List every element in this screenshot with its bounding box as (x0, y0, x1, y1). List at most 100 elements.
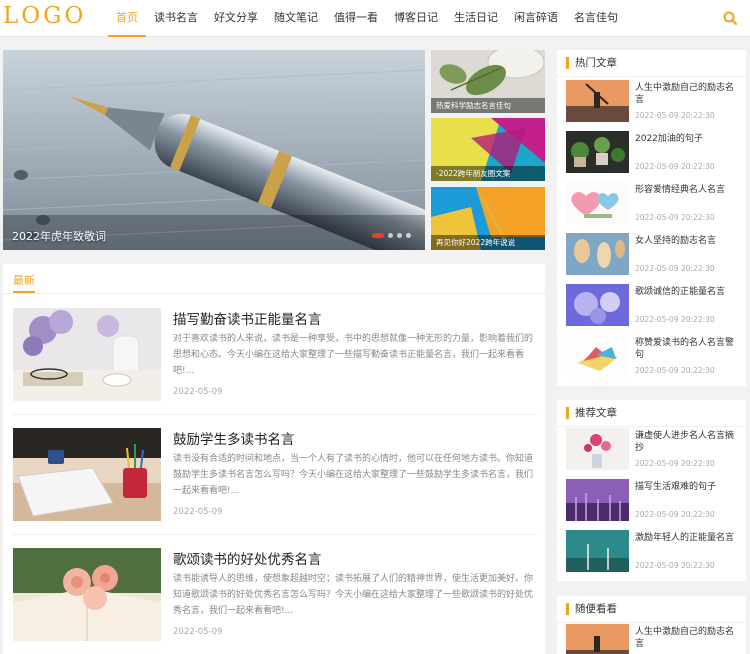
recommended-item-title[interactable]: 激励年轻人的正能量名言 (635, 532, 740, 544)
featured-thumb-caption: -2022跨年朋友圈文案 (431, 166, 545, 181)
random-item-thumbnail[interactable] (566, 624, 629, 654)
flowers-books-image (13, 308, 161, 401)
slider-dot-2[interactable] (388, 233, 393, 238)
hot-item-title[interactable]: 2022加油的句子 (635, 133, 740, 145)
search-icon[interactable] (722, 10, 738, 26)
hot-item-thumbnail[interactable] (566, 284, 629, 326)
article-thumbnail[interactable] (13, 428, 161, 521)
article-excerpt: 对于喜欢读书的人来说，读书是一种享受，书中的思想就像一种无形的力量，影响着我们的… (173, 334, 534, 376)
article-item[interactable]: 歌颂读书的好处优秀名言 读书能诱导人的思维，使想象超越时空；读书拓展了人们的精神… (13, 548, 537, 652)
panel-title: 随便看看 (566, 603, 617, 615)
hot-item-thumbnail[interactable] (566, 131, 629, 173)
featured-thumb-2[interactable]: -2022跨年朋友圈文案 (431, 118, 545, 181)
recommended-item-date: 2022-05-09 20:22:30 (635, 510, 715, 519)
random-item-title[interactable]: 人生中激励自己的励志名言 (635, 626, 740, 650)
hot-item-date: 2022-05-09 20:22:30 (635, 213, 715, 222)
nav-item-home[interactable]: 首页 (108, 0, 146, 37)
nav-item-notes[interactable]: 随文笔记 (266, 0, 326, 37)
divider (13, 414, 537, 415)
hot-item-date: 2022-05-09 20:22:30 (635, 264, 715, 273)
hot-item[interactable]: 女人坚持的励志名言 2022-05-09 20:22:30 (566, 233, 741, 277)
recommended-item-date: 2022-05-09 20:22:30 (635, 561, 715, 570)
hot-item[interactable]: 形容爱情经典名人名言 2022-05-09 20:22:30 (566, 182, 741, 226)
panel-title: 热门文章 (566, 57, 617, 69)
hot-item[interactable]: 歌颂诚信的正能量名言 2022-05-09 20:22:30 (566, 284, 741, 328)
article-title[interactable]: 描写勤奋读书正能量名言 (173, 308, 322, 328)
site-header: LOGO 首页 读书名言 好文分享 随文笔记 值得一看 博客日记 生活日记 闲言… (0, 0, 750, 37)
article-date: 2022-05-09 (173, 387, 223, 397)
random-item[interactable]: 人生中激励自己的励志名言 (566, 624, 741, 654)
slider-dot-4[interactable] (406, 233, 411, 238)
hearts-image (566, 182, 629, 224)
recommended-item[interactable]: 激励年轻人的正能量名言 2022-05-09 20:22:30 (566, 530, 741, 574)
recommended-item-title[interactable]: 描写生活艰难的句子 (635, 481, 740, 493)
recommended-articles-panel: 推荐文章 谦虚使人进步名人名言摘抄 2022-05-09 20:22:30 描写… (557, 400, 746, 581)
site-logo[interactable]: LOGO (3, 3, 86, 29)
hot-item-title[interactable]: 称赞爱读书的名人名言警句 (635, 337, 740, 361)
article-title[interactable]: 鼓励学生多读书名言 (173, 428, 295, 448)
wind-turbines-image (566, 530, 629, 572)
hot-item-title[interactable]: 人生中激励自己的励志名言 (635, 82, 740, 106)
recommended-item-thumbnail[interactable] (566, 428, 629, 470)
hot-item-title[interactable]: 女人坚持的励志名言 (635, 235, 740, 247)
slider-dot-1[interactable] (372, 233, 384, 238)
hot-articles-panel: 热门文章 人生中激励自己的励志名言 2022-05-09 20:22:30 20… (557, 50, 746, 386)
article-thumbnail[interactable] (13, 548, 161, 641)
divider (13, 534, 537, 535)
tab-latest[interactable]: 最新 (13, 272, 35, 288)
hot-item-title[interactable]: 歌颂诚信的正能量名言 (635, 286, 740, 298)
hot-item-thumbnail[interactable] (566, 80, 629, 122)
article-excerpt: 读书能诱导人的思维，使想象超越时空；读书拓展了人们的精神世界，使生活更加美好。你… (173, 574, 534, 616)
divider (3, 293, 545, 294)
hot-item[interactable]: 称赞爱读书的名人名言警句 2022-05-09 20:22:30 (566, 335, 741, 379)
hot-item-thumbnail[interactable] (566, 233, 629, 275)
featured-thumb-3[interactable]: 再见你好2022跨年说说 (431, 187, 545, 250)
random-articles-panel: 随便看看 人生中激励自己的励志名言 (557, 596, 746, 654)
hot-item-title[interactable]: 形容爱情经典名人名言 (635, 184, 740, 196)
nav-item-reading-quotes[interactable]: 读书名言 (146, 0, 206, 37)
desk-keyboard-image (13, 428, 161, 521)
featured-thumb-1[interactable]: 热爱科学励志名言佳句 (431, 50, 545, 113)
hero-slide-caption[interactable]: 2022年虎年致敬词 (12, 228, 106, 244)
nav-item-blog-diary[interactable]: 博客日记 (386, 0, 446, 37)
main-nav: 首页 读书名言 好文分享 随文笔记 值得一看 博客日记 生活日记 闲言碎语 名言… (108, 0, 626, 37)
windmill-sunset-image (566, 80, 629, 122)
lavender-sunset-image (566, 479, 629, 521)
divider (557, 622, 746, 623)
divider (557, 426, 746, 427)
article-thumbnail[interactable] (13, 308, 161, 401)
latest-articles-panel: 最新 描写勤奋读书正能量名言 对于喜欢读书的人来说，读书是一种享受，书中的思想就… (3, 264, 545, 654)
recommended-item-thumbnail[interactable] (566, 479, 629, 521)
divider (557, 76, 746, 77)
recommended-item[interactable]: 描写生活艰难的句子 2022-05-09 20:22:30 (566, 479, 741, 523)
nav-item-good-articles[interactable]: 好文分享 (206, 0, 266, 37)
nav-item-idle-talk[interactable]: 闲言碎语 (506, 0, 566, 37)
article-excerpt: 读书没有合适的时间和地点，当一个人有了读书的心情时，他可以在任何地方读书。你知道… (173, 454, 534, 496)
featured-thumb-caption: 热爱科学励志名言佳句 (431, 98, 545, 113)
recommended-item-title[interactable]: 谦虚使人进步名人名言摘抄 (635, 430, 740, 454)
article-title[interactable]: 歌颂读书的好处优秀名言 (173, 548, 322, 568)
book-illustration-image (566, 335, 629, 377)
slider-dot-3[interactable] (397, 233, 402, 238)
nav-item-famous-quotes[interactable]: 名言佳句 (566, 0, 626, 37)
hot-item-thumbnail[interactable] (566, 182, 629, 224)
article-date: 2022-05-09 (173, 507, 223, 517)
nav-item-life-diary[interactable]: 生活日记 (446, 0, 506, 37)
plants-pots-image (566, 131, 629, 173)
panel-title: 推荐文章 (566, 407, 617, 419)
slider-dots (372, 233, 411, 238)
hot-item-thumbnail[interactable] (566, 335, 629, 377)
hot-item[interactable]: 人生中激励自己的励志名言 2022-05-09 20:22:30 (566, 80, 741, 124)
hero-slider[interactable]: 2022年虎年致敬词 (3, 50, 425, 250)
roses-book-image (13, 548, 161, 641)
hot-item-date: 2022-05-09 20:22:30 (635, 162, 715, 171)
hot-item[interactable]: 2022加油的句子 2022-05-09 20:22:30 (566, 131, 741, 175)
hot-item-date: 2022-05-09 20:22:30 (635, 111, 715, 120)
article-item[interactable]: 描写勤奋读书正能量名言 对于喜欢读书的人来说，读书是一种享受，书中的思想就像一种… (13, 308, 537, 412)
hero-slide-image (3, 50, 425, 250)
purple-flowers-image (566, 284, 629, 326)
recommended-item[interactable]: 谦虚使人进步名人名言摘抄 2022-05-09 20:22:30 (566, 428, 741, 472)
nav-item-worth-reading[interactable]: 值得一看 (326, 0, 386, 37)
recommended-item-thumbnail[interactable] (566, 530, 629, 572)
article-item[interactable]: 鼓励学生多读书名言 读书没有合适的时间和地点，当一个人有了读书的心情时，他可以在… (13, 428, 537, 532)
